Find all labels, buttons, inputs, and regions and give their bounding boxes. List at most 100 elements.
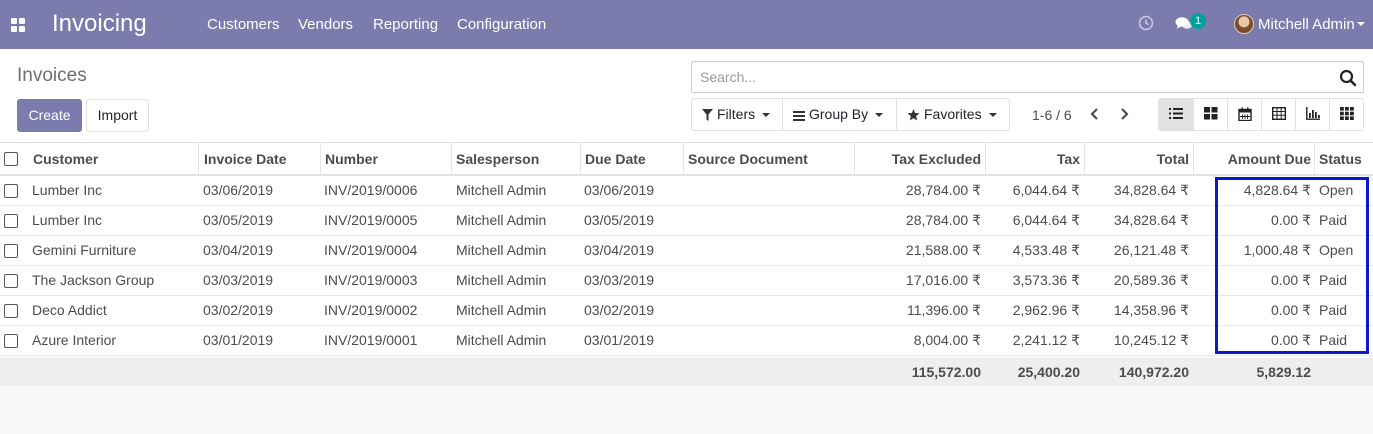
row-checkbox[interactable] [4,334,18,348]
header-due-date[interactable]: Due Date [585,151,646,167]
cell-number: INV/2019/0002 [324,302,418,318]
table-row[interactable]: Deco Addict 03/02/2019 INV/2019/0002 Mitche… [0,296,1373,326]
row-checkbox[interactable] [4,274,18,288]
search-box[interactable] [691,61,1364,93]
import-button[interactable]: Import [86,99,149,132]
cell-customer: Gemini Furniture [32,242,137,258]
cell-salesperson: Mitchell Admin [456,212,547,228]
favorites-dropdown[interactable]: Favorites [897,98,1010,131]
cell-customer: Lumber Inc [32,182,103,198]
activity-view-button[interactable] [1329,99,1363,130]
cell-invoice-date: 03/01/2019 [203,332,274,348]
filter-icon [702,109,713,121]
table-row[interactable]: Gemini Furniture 03/04/2019 INV/2019/0004 M… [0,236,1373,266]
header-customer[interactable]: Customer [33,151,98,167]
pivot-view-icon [1272,107,1286,120]
cell-tax: 2,962.96 ₹ [1012,302,1080,318]
header-tax-excluded[interactable]: Tax Excluded [892,151,981,167]
calendar-view-icon [1238,107,1252,121]
list-view-button[interactable] [1159,99,1193,130]
pivot-view-button[interactable] [1261,99,1295,130]
apps-icon[interactable] [11,18,25,32]
chevron-down-icon [988,113,997,117]
cell-number: INV/2019/0003 [324,272,418,288]
header-tax[interactable]: Tax [1057,151,1080,167]
cell-total: 26,121.48 ₹ [1113,242,1189,258]
cell-salesperson: Mitchell Admin [456,332,547,348]
cell-amount-due: 0.00 ₹ [1270,272,1311,288]
select-all-checkbox[interactable] [4,152,18,166]
table-row[interactable]: Lumber Inc 03/05/2019 INV/2019/0005 Mitchel… [0,206,1373,236]
filters-dropdown[interactable]: Filters [691,98,783,131]
filters-label: Filters [717,106,756,122]
cell-invoice-date: 03/06/2019 [203,182,274,198]
create-button[interactable]: Create [17,99,82,132]
search-icon[interactable] [1339,69,1357,87]
row-checkbox[interactable] [4,304,18,318]
header-source-document[interactable]: Source Document [688,151,808,167]
calendar-view-button[interactable] [1227,99,1261,130]
cell-tax-excluded: 28,784.00 ₹ [905,182,981,198]
cell-customer: Lumber Inc [32,212,103,228]
menu-customers[interactable]: Customers [207,16,280,33]
cell-status: Paid [1319,212,1348,228]
header-total[interactable]: Total [1157,151,1189,167]
chevron-right-icon[interactable] [1117,106,1131,122]
cell-status: Open [1319,182,1354,198]
cell-amount-due: 0.00 ₹ [1270,332,1311,348]
cell-invoice-date: 03/04/2019 [203,242,274,258]
cell-salesperson: Mitchell Admin [456,272,547,288]
cell-total: 34,828.64 ₹ [1113,212,1189,228]
row-checkbox[interactable] [4,184,18,198]
user-name[interactable]: Mitchell Admin [1258,16,1355,33]
header-status[interactable]: Status [1319,151,1362,167]
cell-total: 34,828.64 ₹ [1113,182,1189,198]
cell-customer: Deco Addict [32,302,107,318]
total-tax: 25,400.20 [1017,364,1080,380]
activity-view-icon [1340,107,1354,120]
app-title[interactable]: Invoicing [52,10,147,38]
cell-tax: 4,533.48 ₹ [1012,242,1080,258]
cell-total: 20,589.36 ₹ [1113,272,1189,288]
graph-view-button[interactable] [1295,99,1329,130]
page-title: Invoices [17,65,87,86]
header-amount-due[interactable]: Amount Due [1228,151,1311,167]
table-header: Customer Invoice Date Number Salesperson… [0,143,1373,176]
menu-vendors[interactable]: Vendors [298,16,353,33]
chevron-down-icon[interactable] [1357,22,1365,26]
list-icon [793,111,805,121]
header-salesperson[interactable]: Salesperson [456,151,539,167]
view-switcher [1158,98,1364,131]
clock-icon[interactable] [1138,15,1154,31]
cell-total: 14,358.96 ₹ [1113,302,1189,318]
avatar[interactable] [1234,14,1254,34]
table-row[interactable]: Azure Interior 03/01/2019 INV/2019/0001 Mit… [0,326,1373,356]
table-row[interactable]: The Jackson Group 03/03/2019 INV/2019/0003… [0,266,1373,296]
header-invoice-date[interactable]: Invoice Date [204,151,286,167]
menu-reporting[interactable]: Reporting [373,16,438,33]
cell-tax-excluded: 21,588.00 ₹ [905,242,981,258]
cell-status: Paid [1319,272,1348,288]
cell-invoice-date: 03/05/2019 [203,212,274,228]
cell-tax: 2,241.12 ₹ [1012,332,1080,348]
pager-value[interactable]: 1-6 / 6 [1032,107,1072,123]
kanban-view-button[interactable] [1193,99,1227,130]
cell-salesperson: Mitchell Admin [456,302,547,318]
star-icon [907,109,920,121]
group-by-dropdown[interactable]: Group By [783,98,897,131]
cell-amount-due: 1,000.48 ₹ [1243,242,1311,258]
total-total: 140,972.20 [1118,364,1189,380]
menu-configuration[interactable]: Configuration [457,16,546,33]
table-row[interactable]: Lumber Inc 03/06/2019 INV/2019/0006 Mitchel… [0,176,1373,206]
control-panel: Invoices Create Import Filters Group By … [0,49,1373,143]
search-input[interactable] [698,68,1318,86]
chevron-left-icon[interactable] [1088,106,1102,122]
cell-number: INV/2019/0001 [324,332,418,348]
header-number[interactable]: Number [325,151,378,167]
row-checkbox[interactable] [4,214,18,228]
cell-amount-due: 0.00 ₹ [1270,302,1311,318]
row-checkbox[interactable] [4,244,18,258]
total-tax-excluded: 115,572.00 [911,364,981,380]
cell-tax-excluded: 28,784.00 ₹ [905,212,981,228]
cell-status: Paid [1319,332,1348,348]
